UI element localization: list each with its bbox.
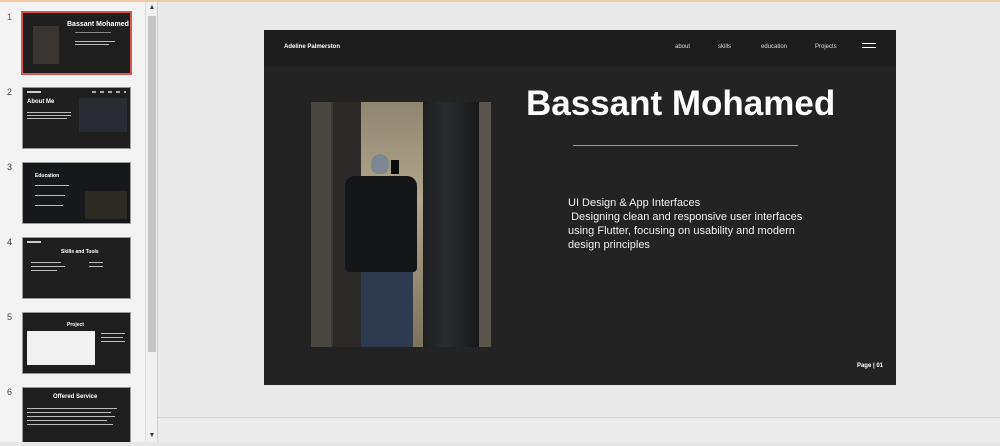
thumb-title: About Me	[27, 99, 55, 105]
nav-about: about	[675, 44, 691, 50]
slide-navbar: Adeline Palmerston about skills educatio…	[264, 30, 896, 66]
thumb-title: Offered Service	[53, 394, 98, 400]
thumb-text-line	[35, 195, 65, 196]
thumb-text-line	[75, 44, 109, 45]
slide-thumbnail-image[interactable]: About Me	[22, 87, 131, 149]
thumb-title: Skills and Tools	[61, 249, 99, 255]
current-slide[interactable]: Adeline Palmerston about skills educatio…	[264, 30, 896, 385]
thumb-text-line	[89, 262, 103, 263]
thumb-text-line	[35, 185, 69, 186]
slide-thumbnail-5[interactable]: 5 Project	[0, 312, 145, 380]
slide-number: 6	[7, 387, 13, 397]
slide-description: UI Design & App Interfaces Designing cle…	[568, 197, 803, 251]
thumb-photo	[79, 98, 127, 132]
thumb-rule	[75, 32, 111, 33]
slide-thumbnail-4[interactable]: 4 Skills and Tools	[0, 237, 145, 305]
thumb-text-line	[27, 115, 71, 116]
slide-thumbnail-1[interactable]: 1 Bassant Mohamed	[0, 11, 145, 80]
slide-thumbnail-image[interactable]: Project	[22, 312, 131, 374]
thumb-text-line	[75, 41, 115, 42]
thumb-text-line	[89, 266, 103, 267]
thumb-title: Education	[35, 173, 60, 179]
scroll-up-arrow-icon[interactable]: ▲	[147, 3, 157, 13]
slide-title: Bassant Mohamed	[526, 84, 836, 123]
photo-person-body	[345, 176, 417, 272]
page-number: Page | 01	[856, 363, 883, 369]
thumb-text-line	[35, 205, 63, 206]
hamburger-menu-icon	[862, 43, 876, 51]
thumb-text-line	[27, 118, 67, 119]
thumb-text-line	[27, 416, 115, 417]
thumb-photo	[85, 191, 127, 219]
slide-thumbnail-pane[interactable]: 1 Bassant Mohamed 2 About Me 3 Education	[0, 2, 145, 442]
thumb-text-line	[27, 424, 113, 425]
nav-education: education	[761, 44, 788, 50]
thumb-title: Bassant Mohamed	[67, 21, 129, 28]
slide-thumbnail-image[interactable]: Skills and Tools	[22, 237, 131, 299]
thumb-text-line	[27, 412, 111, 413]
nav-projects: Projects	[815, 44, 837, 50]
scroll-thumb[interactable]	[148, 16, 156, 352]
slide-number: 3	[7, 162, 13, 172]
thumb-text-line	[101, 337, 123, 338]
thumb-title: Project	[67, 322, 84, 328]
photo-wall	[311, 102, 331, 347]
thumb-photo	[27, 331, 95, 365]
slide-thumbnail-image[interactable]: Offered Service	[22, 387, 131, 442]
slide-thumbnail-image[interactable]: Education	[22, 162, 131, 224]
thumb-brand	[27, 241, 41, 243]
scroll-down-arrow-icon[interactable]: ▼	[147, 431, 157, 441]
photo-phone	[391, 160, 399, 174]
thumb-text-line	[27, 420, 107, 421]
nav-skills: skills	[718, 44, 731, 50]
thumb-text-line	[27, 112, 71, 113]
photo-wall-right	[479, 102, 491, 347]
thumb-photo	[33, 26, 59, 64]
slide-number: 4	[7, 237, 13, 247]
slide-thumbnail-2[interactable]: 2 About Me	[0, 87, 145, 155]
slide-thumbnail-3[interactable]: 3 Education	[0, 162, 145, 230]
slide-number: 2	[7, 87, 13, 97]
title-underline	[573, 145, 798, 146]
photo-person-legs	[361, 272, 413, 347]
photo-curtain	[423, 102, 479, 347]
slide-number: 1	[7, 12, 13, 22]
slide-thumbnail-image[interactable]: Bassant Mohamed	[21, 11, 132, 75]
thumb-text-line	[101, 341, 125, 342]
slide-number: 5	[7, 312, 13, 322]
slide-thumbnail-6[interactable]: 6 Offered Service	[0, 387, 145, 442]
portrait-photo	[311, 102, 491, 347]
thumb-text-line	[31, 266, 65, 267]
thumb-text-line	[31, 262, 61, 263]
thumb-text-line	[27, 408, 117, 409]
photo-person-head	[371, 154, 389, 174]
thumb-text-line	[31, 270, 57, 271]
status-bar	[158, 417, 1000, 442]
thumbnail-scrollbar[interactable]: ▲ ▼	[145, 2, 157, 442]
thumb-nav	[92, 91, 126, 93]
slide-brand: Adeline Palmerston	[284, 44, 341, 50]
thumb-text-line	[101, 333, 125, 334]
thumb-brand	[27, 91, 41, 93]
